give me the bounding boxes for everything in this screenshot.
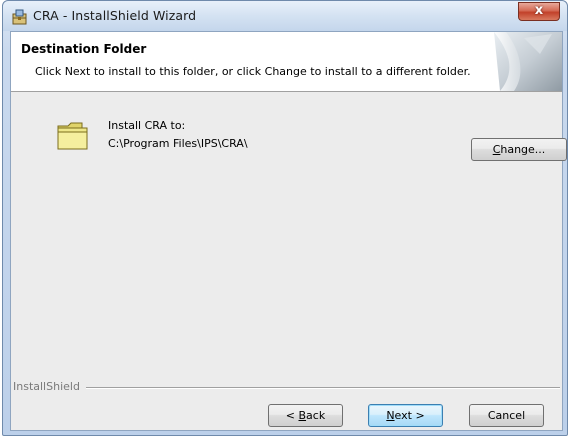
window-title: CRA - InstallShield Wizard — [33, 8, 197, 23]
installshield-brand-label: InstallShield — [13, 380, 80, 393]
page-title: Destination Folder — [21, 42, 147, 56]
change-button[interactable]: Change... — [471, 138, 567, 161]
wizard-header: Destination Folder Click Next to install… — [11, 32, 562, 92]
wizard-client-area: Destination Folder Click Next to install… — [10, 31, 567, 431]
installer-window: CRA - InstallShield Wizard x Destination… — [2, 0, 568, 436]
installer-icon — [12, 9, 27, 25]
page-description: Click Next to install to this folder, or… — [35, 65, 471, 78]
next-button[interactable]: Next > — [368, 404, 443, 427]
page-curl-icon — [494, 32, 562, 91]
install-path-value: C:\Program Files\IPS\CRA\ — [108, 137, 248, 150]
cancel-button[interactable]: Cancel — [469, 404, 544, 427]
close-icon: x — [534, 3, 544, 18]
title-bar[interactable]: CRA - InstallShield Wizard x — [3, 1, 567, 31]
back-button[interactable]: < Back — [268, 404, 343, 427]
folder-icon — [57, 122, 88, 150]
install-to-label: Install CRA to: — [108, 119, 186, 132]
footer-divider — [86, 387, 560, 389]
close-button[interactable]: x — [518, 2, 560, 21]
